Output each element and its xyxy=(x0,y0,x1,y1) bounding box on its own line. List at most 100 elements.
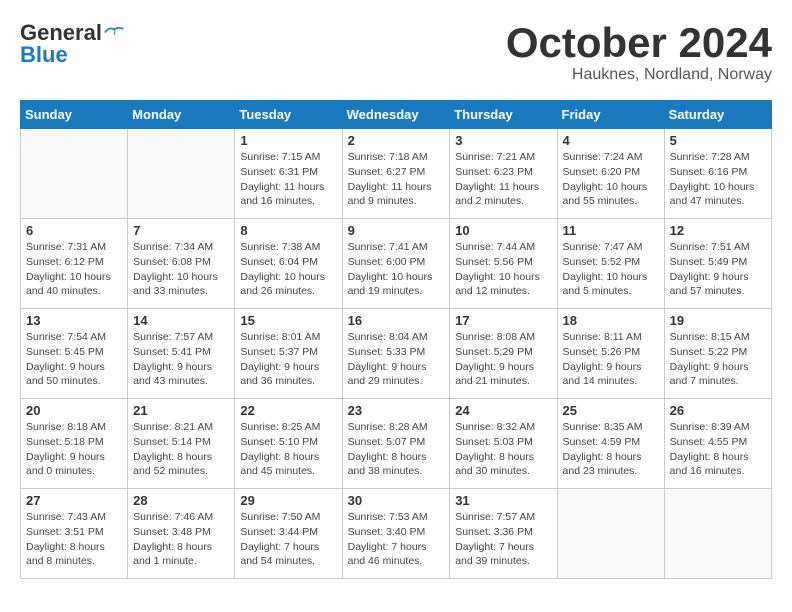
logo: General Blue xyxy=(20,20,124,68)
calendar-cell: 13 Sunrise: 7:54 AM Sunset: 5:45 PM Dayli… xyxy=(21,309,128,399)
day-info: Sunrise: 8:18 AM Sunset: 5:18 PM Dayligh… xyxy=(26,420,122,479)
day-info: Sunrise: 7:54 AM Sunset: 5:45 PM Dayligh… xyxy=(26,330,122,389)
week-row-1: 1 Sunrise: 7:15 AM Sunset: 6:31 PM Daylig… xyxy=(21,129,772,219)
weekday-header-wednesday: Wednesday xyxy=(342,101,450,129)
day-number: 14 xyxy=(133,313,229,328)
day-info: Sunrise: 8:39 AM Sunset: 4:55 PM Dayligh… xyxy=(670,420,766,479)
calendar-cell: 10Sunrise: 7:44 AM Sunset: 5:56 PM Dayli… xyxy=(450,219,557,309)
weekday-header-friday: Friday xyxy=(557,101,664,129)
day-info: Sunrise: 7:31 AM Sunset: 6:12 PM Dayligh… xyxy=(26,240,122,299)
calendar-cell: 31 Sunrise: 7:57 AM Sunset: 3:36 PM Dayli… xyxy=(450,489,557,579)
day-number: 27 xyxy=(26,493,122,508)
calendar-cell: 23Sunrise: 8:28 AM Sunset: 5:07 PM Dayli… xyxy=(342,399,450,489)
weekday-header-row: SundayMondayTuesdayWednesdayThursdayFrid… xyxy=(21,101,772,129)
logo-bird-icon xyxy=(104,25,124,39)
title-block: October 2024 Hauknes, Nordland, Norway xyxy=(506,20,772,84)
day-number: 30 xyxy=(348,493,445,508)
calendar-cell: 9Sunrise: 7:41 AM Sunset: 6:00 PM Daylig… xyxy=(342,219,450,309)
day-info: Sunrise: 8:15 AM Sunset: 5:22 PM Dayligh… xyxy=(670,330,766,389)
day-info: Sunrise: 8:11 AM Sunset: 5:26 PM Dayligh… xyxy=(563,330,659,389)
day-info: Sunrise: 7:50 AM Sunset: 3:44 PM Dayligh… xyxy=(240,510,336,569)
day-number: 19 xyxy=(670,313,766,328)
day-number: 5 xyxy=(670,133,766,148)
calendar-cell: 4 Sunrise: 7:24 AM Sunset: 6:20 PM Daylig… xyxy=(557,129,664,219)
calendar-cell: 2 Sunrise: 7:18 AM Sunset: 6:27 PM Daylig… xyxy=(342,129,450,219)
day-info: Sunrise: 7:46 AM Sunset: 3:48 PM Dayligh… xyxy=(133,510,229,569)
day-info: Sunrise: 7:28 AM Sunset: 6:16 PM Dayligh… xyxy=(670,150,766,209)
day-number: 21 xyxy=(133,403,229,418)
weekday-header-monday: Monday xyxy=(128,101,235,129)
calendar-cell: 26Sunrise: 8:39 AM Sunset: 4:55 PM Dayli… xyxy=(664,399,771,489)
calendar-table: SundayMondayTuesdayWednesdayThursdayFrid… xyxy=(20,100,772,579)
week-row-5: 27 Sunrise: 7:43 AM Sunset: 3:51 PM Dayli… xyxy=(21,489,772,579)
calendar-cell: 14 Sunrise: 7:57 AM Sunset: 5:41 PM Dayli… xyxy=(128,309,235,399)
calendar-cell xyxy=(21,129,128,219)
week-row-2: 6 Sunrise: 7:31 AM Sunset: 6:12 PM Daylig… xyxy=(21,219,772,309)
calendar-cell: 19 Sunrise: 8:15 AM Sunset: 5:22 PM Dayli… xyxy=(664,309,771,399)
calendar-cell: 6 Sunrise: 7:31 AM Sunset: 6:12 PM Daylig… xyxy=(21,219,128,309)
day-number: 12 xyxy=(670,223,766,238)
calendar-cell: 28 Sunrise: 7:46 AM Sunset: 3:48 PM Dayli… xyxy=(128,489,235,579)
day-info: Sunrise: 8:04 AM Sunset: 5:33 PM Dayligh… xyxy=(348,330,445,389)
day-number: 24 xyxy=(455,403,551,418)
day-number: 11 xyxy=(563,223,659,238)
calendar-cell: 11Sunrise: 7:47 AM Sunset: 5:52 PM Dayli… xyxy=(557,219,664,309)
day-number: 9 xyxy=(348,223,445,238)
day-info: Sunrise: 8:01 AM Sunset: 5:37 PM Dayligh… xyxy=(240,330,336,389)
location-subtitle: Hauknes, Nordland, Norway xyxy=(506,66,772,84)
day-number: 31 xyxy=(455,493,551,508)
calendar-cell: 15Sunrise: 8:01 AM Sunset: 5:37 PM Dayli… xyxy=(235,309,342,399)
day-info: Sunrise: 7:57 AM Sunset: 5:41 PM Dayligh… xyxy=(133,330,229,389)
calendar-cell: 12 Sunrise: 7:51 AM Sunset: 5:49 PM Dayli… xyxy=(664,219,771,309)
day-info: Sunrise: 7:53 AM Sunset: 3:40 PM Dayligh… xyxy=(348,510,445,569)
calendar-cell xyxy=(557,489,664,579)
calendar-cell: 22 Sunrise: 8:25 AM Sunset: 5:10 PM Dayli… xyxy=(235,399,342,489)
calendar-cell: 5 Sunrise: 7:28 AM Sunset: 6:16 PM Daylig… xyxy=(664,129,771,219)
calendar-cell: 30 Sunrise: 7:53 AM Sunset: 3:40 PM Dayli… xyxy=(342,489,450,579)
day-number: 18 xyxy=(563,313,659,328)
day-number: 25 xyxy=(563,403,659,418)
day-info: Sunrise: 7:51 AM Sunset: 5:49 PM Dayligh… xyxy=(670,240,766,299)
day-number: 4 xyxy=(563,133,659,148)
day-number: 28 xyxy=(133,493,229,508)
logo-blue: Blue xyxy=(20,42,68,68)
day-number: 1 xyxy=(240,133,336,148)
day-number: 8 xyxy=(240,223,336,238)
month-title: October 2024 xyxy=(506,20,772,66)
calendar-cell: 21 Sunrise: 8:21 AM Sunset: 5:14 PM Dayli… xyxy=(128,399,235,489)
day-info: Sunrise: 7:38 AM Sunset: 6:04 PM Dayligh… xyxy=(240,240,336,299)
calendar-cell: 1 Sunrise: 7:15 AM Sunset: 6:31 PM Daylig… xyxy=(235,129,342,219)
calendar-cell: 17 Sunrise: 8:08 AM Sunset: 5:29 PM Dayli… xyxy=(450,309,557,399)
day-info: Sunrise: 7:21 AM Sunset: 6:23 PM Dayligh… xyxy=(455,150,551,209)
day-info: Sunrise: 8:08 AM Sunset: 5:29 PM Dayligh… xyxy=(455,330,551,389)
day-info: Sunrise: 7:15 AM Sunset: 6:31 PM Dayligh… xyxy=(240,150,336,209)
day-number: 2 xyxy=(348,133,445,148)
day-info: Sunrise: 8:25 AM Sunset: 5:10 PM Dayligh… xyxy=(240,420,336,479)
day-number: 7 xyxy=(133,223,229,238)
week-row-4: 20Sunrise: 8:18 AM Sunset: 5:18 PM Dayli… xyxy=(21,399,772,489)
calendar-cell: 7 Sunrise: 7:34 AM Sunset: 6:08 PM Daylig… xyxy=(128,219,235,309)
day-number: 22 xyxy=(240,403,336,418)
day-info: Sunrise: 8:21 AM Sunset: 5:14 PM Dayligh… xyxy=(133,420,229,479)
day-number: 17 xyxy=(455,313,551,328)
day-info: Sunrise: 7:44 AM Sunset: 5:56 PM Dayligh… xyxy=(455,240,551,299)
calendar-cell: 3 Sunrise: 7:21 AM Sunset: 6:23 PM Daylig… xyxy=(450,129,557,219)
day-number: 3 xyxy=(455,133,551,148)
calendar-cell: 16 Sunrise: 8:04 AM Sunset: 5:33 PM Dayli… xyxy=(342,309,450,399)
weekday-header-tuesday: Tuesday xyxy=(235,101,342,129)
day-number: 6 xyxy=(26,223,122,238)
calendar-cell: 25Sunrise: 8:35 AM Sunset: 4:59 PM Dayli… xyxy=(557,399,664,489)
day-number: 13 xyxy=(26,313,122,328)
day-info: Sunrise: 7:43 AM Sunset: 3:51 PM Dayligh… xyxy=(26,510,122,569)
day-info: Sunrise: 7:24 AM Sunset: 6:20 PM Dayligh… xyxy=(563,150,659,209)
day-info: Sunrise: 7:57 AM Sunset: 3:36 PM Dayligh… xyxy=(455,510,551,569)
weekday-header-thursday: Thursday xyxy=(450,101,557,129)
day-info: Sunrise: 7:18 AM Sunset: 6:27 PM Dayligh… xyxy=(348,150,445,209)
day-number: 16 xyxy=(348,313,445,328)
calendar-cell xyxy=(664,489,771,579)
day-info: Sunrise: 7:34 AM Sunset: 6:08 PM Dayligh… xyxy=(133,240,229,299)
weekday-header-saturday: Saturday xyxy=(664,101,771,129)
calendar-cell: 29Sunrise: 7:50 AM Sunset: 3:44 PM Dayli… xyxy=(235,489,342,579)
calendar-cell: 27 Sunrise: 7:43 AM Sunset: 3:51 PM Dayli… xyxy=(21,489,128,579)
day-info: Sunrise: 8:28 AM Sunset: 5:07 PM Dayligh… xyxy=(348,420,445,479)
